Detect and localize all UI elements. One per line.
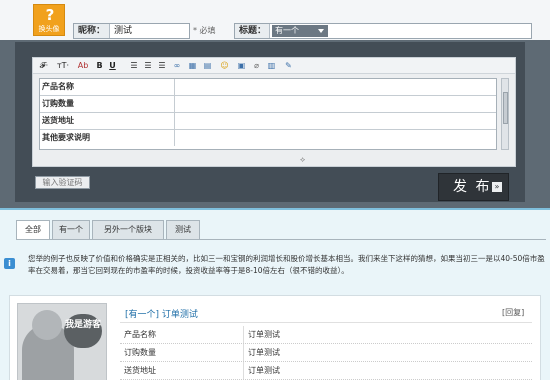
question-mark-icon: ? <box>45 6 55 24</box>
tab-youyige[interactable]: 有一个 <box>52 220 90 240</box>
captcha-input[interactable]: 输入验证码 <box>35 176 90 189</box>
detail-key: 产品名称 <box>124 326 244 343</box>
table-row: 其他要求说明 <box>40 130 496 147</box>
guest-avatar: 我是游客 <box>17 303 107 380</box>
tab-test[interactable]: 测试 <box>166 220 200 240</box>
tab-divider <box>16 239 546 240</box>
font-family-icon[interactable]: 𝓕· <box>37 60 51 71</box>
bold-icon[interactable]: B <box>95 60 104 71</box>
change-avatar-label: 换头像 <box>38 25 60 33</box>
guest-head-icon <box>32 310 62 340</box>
align-center-icon[interactable]: ☰ <box>143 60 153 71</box>
detail-row: 产品名称 订单测试 <box>120 326 532 344</box>
media-icon[interactable]: ▥ <box>266 60 277 71</box>
align-left-icon[interactable]: ☰ <box>129 60 139 71</box>
guest-badge: 我是游客 <box>64 314 102 348</box>
header-bar: ? 换头像 昵称： 测试 * 必填 标题： 有一个 <box>0 0 550 40</box>
title-category-value: 有一个 <box>275 26 299 35</box>
publish-button[interactable]: 发 布 » <box>438 173 509 201</box>
rich-text-editor: 𝓕· тT· Ab B U ☰ ☰ ☰ ∞ ▦ ▤ ☺ ▣ ⌀ ▥ ✎ 产品名称… <box>32 57 516 167</box>
post-divider <box>120 322 532 323</box>
image-icon[interactable]: ▣ <box>236 60 247 71</box>
notice-text: 您举的例子也反映了价值和价格确实是正相关的，比如三一和宝钢的利润增长和股价增长基… <box>28 254 545 275</box>
chevron-down-icon <box>318 29 324 33</box>
info-icon: i <box>4 258 15 269</box>
detail-key: 订购数量 <box>124 344 244 361</box>
post-card: 我是游客 [有一个] 订单测试 [回复] 产品名称 订单测试 订购数量 订单测试… <box>9 295 541 380</box>
align-right-icon[interactable]: ☰ <box>157 60 167 71</box>
forum-section: 全部 有一个 另外一个版块 测试 i 您举的例子也反映了价值和价格确实是正相关的… <box>0 208 550 380</box>
nickname-label: 昵称： <box>74 24 110 38</box>
detail-row: 送货地址 订单测试 <box>120 362 532 380</box>
change-avatar-button[interactable]: ? 换头像 <box>33 4 65 36</box>
publish-label: 发 布 <box>453 179 492 195</box>
title-input[interactable] <box>331 24 531 38</box>
title-category-select[interactable]: 有一个 <box>272 25 328 37</box>
font-color-icon[interactable]: Ab <box>77 60 89 71</box>
emoticon-icon[interactable]: ☺ <box>219 60 230 71</box>
underline-icon[interactable]: U <box>108 60 117 71</box>
board-notice: i 您举的例子也反映了价值和价格确实是正相关的，比如三一和宝钢的利润增长和股价增… <box>0 250 550 286</box>
post-title-link[interactable]: [有一个] 订单测试 <box>125 307 198 320</box>
editor-content-table[interactable]: 产品名称 订购数量 送货地址 其他要求说明 <box>39 78 497 150</box>
detail-key: 送货地址 <box>124 362 244 379</box>
detail-value: 订单测试 <box>248 330 280 339</box>
row-label: 产品名称 <box>42 79 175 95</box>
attachment-icon[interactable]: ⌀ <box>251 60 262 71</box>
editor-toolbar: 𝓕· тT· Ab B U ☰ ☰ ☰ ∞ ▦ ▤ ☺ ▣ ⌀ ▥ ✎ <box>33 58 515 74</box>
nickname-field: 昵称： 测试 <box>73 23 190 39</box>
row-label: 送货地址 <box>42 113 175 129</box>
table-icon[interactable]: ▦ <box>187 60 198 71</box>
arrow-right-icon: » <box>492 182 502 192</box>
row-label: 其他要求说明 <box>42 130 175 146</box>
pencil-icon[interactable]: ✎ <box>283 60 294 71</box>
detail-value: 订单测试 <box>248 348 280 357</box>
resize-handle-icon[interactable]: ⟡ <box>300 155 305 165</box>
reply-link[interactable]: [回复] <box>502 307 524 318</box>
table-row: 送货地址 <box>40 113 496 130</box>
font-size-icon[interactable]: тT· <box>55 60 71 71</box>
row-label: 订购数量 <box>42 96 175 112</box>
title-label: 标题： <box>235 24 270 38</box>
table-row: 订购数量 <box>40 96 496 113</box>
detail-row: 订购数量 订单测试 <box>120 344 532 362</box>
required-note: * 必填 <box>193 26 216 35</box>
table-row: 产品名称 <box>40 79 496 96</box>
tab-all[interactable]: 全部 <box>16 220 50 240</box>
title-field: 标题： 有一个 <box>234 23 532 39</box>
detail-value: 订单测试 <box>248 366 280 375</box>
editor-scrollbar[interactable] <box>501 78 509 150</box>
link-icon[interactable]: ∞ <box>171 60 183 71</box>
scrollbar-thumb[interactable] <box>503 92 508 124</box>
nickname-input[interactable]: 测试 <box>111 24 189 38</box>
tab-another-board[interactable]: 另外一个版块 <box>92 220 164 240</box>
insert-block-icon[interactable]: ▤ <box>202 60 213 71</box>
